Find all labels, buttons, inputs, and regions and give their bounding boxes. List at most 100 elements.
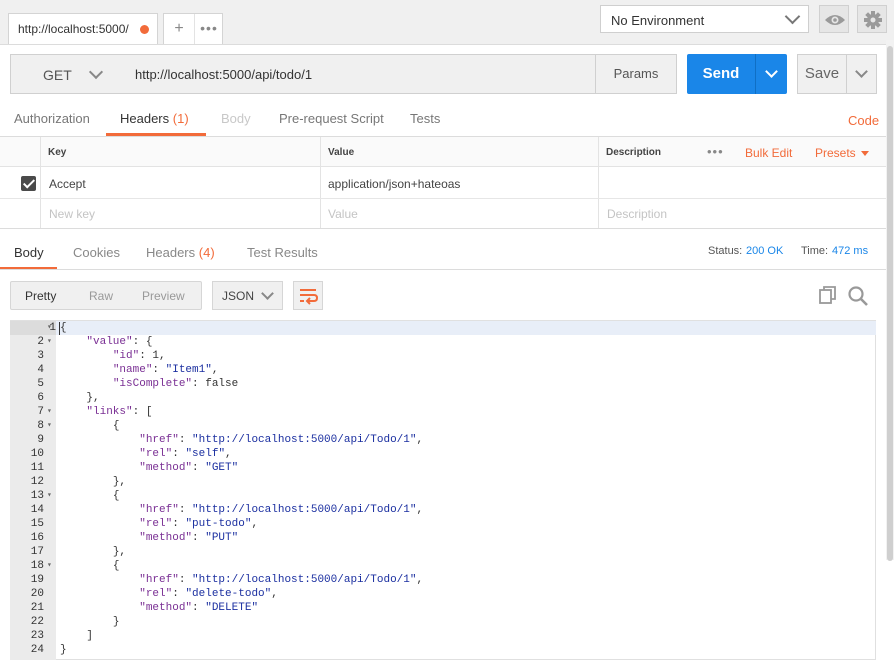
chevron-down-icon <box>765 65 778 78</box>
code-line: 8 ▾ { <box>10 419 876 433</box>
window-scrollbar[interactable] <box>886 40 894 561</box>
view-preview-button[interactable]: Preview <box>142 289 185 303</box>
column-description: Description <box>606 147 662 158</box>
code-text: } <box>60 644 67 656</box>
chevron-down-icon <box>784 8 801 25</box>
line-number: 18 <box>30 560 44 572</box>
code-text: { <box>112 560 120 572</box>
status-label: Status: <box>708 245 743 257</box>
bulk-edit-button[interactable]: Bulk Edit <box>745 146 792 160</box>
wrap-lines-button[interactable] <box>293 281 323 310</box>
url-input[interactable]: http://localhost:5000/api/todo/1 <box>124 54 596 94</box>
new-tab-button[interactable]: + <box>164 14 195 44</box>
response-tab-test-results[interactable]: Test Results <box>247 245 318 260</box>
header-enabled-checkbox[interactable] <box>21 176 36 191</box>
code-lines: 1 ▾{2 ▾ "value": {3 "id": 1, 4 "name": "Ite… <box>10 321 876 660</box>
fold-toggle-icon[interactable]: ▾ <box>47 321 52 335</box>
code-line: 4 "name": "Item1", <box>10 363 876 377</box>
search-icon[interactable] <box>847 285 869 307</box>
fold-toggle-icon[interactable]: ▾ <box>47 489 52 503</box>
view-mode-group: Pretty Raw Preview <box>10 281 202 310</box>
code-line: 22 } <box>10 615 876 629</box>
send-button-group: Send <box>687 54 787 94</box>
code-text: "method": "DELETE" <box>139 602 259 614</box>
gear-icon <box>864 11 882 29</box>
format-select[interactable]: JSON <box>212 281 283 310</box>
code-text: }, <box>112 546 127 558</box>
table-more-button[interactable]: ••• <box>707 144 724 159</box>
save-options-button[interactable] <box>846 55 877 93</box>
divider <box>0 228 886 229</box>
code-text: "href": "http://localhost:5000/api/Todo/… <box>139 504 424 516</box>
tab-more-button[interactable]: ••• <box>194 14 224 44</box>
code-text: { <box>60 322 67 334</box>
save-button[interactable]: Save <box>798 55 846 93</box>
copy-icon[interactable] <box>818 285 838 305</box>
time-label: Time: <box>801 245 829 257</box>
header-key-cell[interactable]: Accept <box>49 177 86 191</box>
code-line: 12 }, <box>10 475 876 489</box>
line-number: 3 <box>37 350 44 362</box>
tab-authorization[interactable]: Authorization <box>14 111 90 126</box>
code-text: "method": "GET" <box>139 462 239 474</box>
tab-headers[interactable]: Headers (1) <box>120 111 189 126</box>
line-number: 20 <box>30 588 44 600</box>
fold-toggle-icon[interactable]: ▾ <box>47 419 52 433</box>
fold-toggle-icon[interactable]: ▾ <box>47 405 52 419</box>
tab-headers-label: Headers <box>120 111 170 126</box>
request-tab[interactable]: http://localhost:5000/ <box>8 13 158 44</box>
line-number: 21 <box>30 602 44 614</box>
code-text: "rel": "delete-todo", <box>139 588 278 600</box>
new-description-input[interactable]: Description <box>607 207 667 221</box>
environment-quick-look-button[interactable] <box>819 5 849 33</box>
code-line: 23 ] <box>10 629 876 643</box>
tab-prerequest-script[interactable]: Pre-request Script <box>279 111 384 126</box>
line-number: 5 <box>37 378 44 390</box>
presets-button[interactable]: Presets <box>815 146 856 160</box>
response-tab-cookies[interactable]: Cookies <box>73 245 120 260</box>
environment-settings-button[interactable] <box>857 5 887 33</box>
code-line: 17 }, <box>10 545 876 559</box>
response-tab-headers-label: Headers <box>146 245 196 260</box>
params-button[interactable]: Params <box>595 54 677 94</box>
environment-select[interactable]: No Environment <box>600 5 809 33</box>
code-text: } <box>112 616 120 628</box>
code-text: "href": "http://localhost:5000/api/Todo/… <box>139 574 424 586</box>
checkbox-checked-icon <box>22 176 36 189</box>
line-number: 12 <box>30 476 44 488</box>
chevron-down-icon <box>88 64 104 80</box>
format-label: JSON <box>222 289 255 303</box>
code-link[interactable]: Code <box>848 113 879 128</box>
line-number: 16 <box>30 532 44 544</box>
new-value-input[interactable]: Value <box>328 207 358 221</box>
new-key-input[interactable]: New key <box>49 207 95 221</box>
tab-tests[interactable]: Tests <box>410 111 440 126</box>
response-tab-headers-count: (4) <box>198 245 215 260</box>
fold-toggle-icon[interactable]: ▾ <box>47 559 52 573</box>
code-line: 2 ▾ "value": { <box>10 335 876 349</box>
method-select[interactable]: GET <box>10 54 125 94</box>
unsaved-dot-icon <box>140 25 149 34</box>
send-button[interactable]: Send <box>687 54 755 94</box>
time-value: 472 ms <box>832 245 869 257</box>
code-line: 20 "rel": "delete-todo", <box>10 587 876 601</box>
header-value-cell[interactable]: application/json+hateoas <box>328 177 460 191</box>
line-number: 15 <box>30 518 44 530</box>
method-label: GET <box>43 67 72 83</box>
response-tab-body[interactable]: Body <box>14 245 44 260</box>
line-number: 22 <box>30 616 44 628</box>
scrollbar-thumb[interactable] <box>887 46 893 561</box>
environment-label: No Environment <box>611 13 705 28</box>
code-line: 21 "method": "DELETE" <box>10 601 876 615</box>
response-tab-headers[interactable]: Headers (4) <box>146 245 215 260</box>
code-text: "rel": "put-todo", <box>139 518 259 530</box>
column-key: Key <box>48 147 67 158</box>
view-pretty-button[interactable]: Pretty <box>25 289 56 303</box>
code-text: }, <box>112 476 127 488</box>
line-number: 19 <box>30 574 44 586</box>
send-options-button[interactable] <box>755 54 788 94</box>
code-text: "id": 1, <box>112 350 166 362</box>
fold-toggle-icon[interactable]: ▾ <box>47 335 52 349</box>
tab-body[interactable]: Body <box>221 111 251 126</box>
view-raw-button[interactable]: Raw <box>89 289 113 303</box>
